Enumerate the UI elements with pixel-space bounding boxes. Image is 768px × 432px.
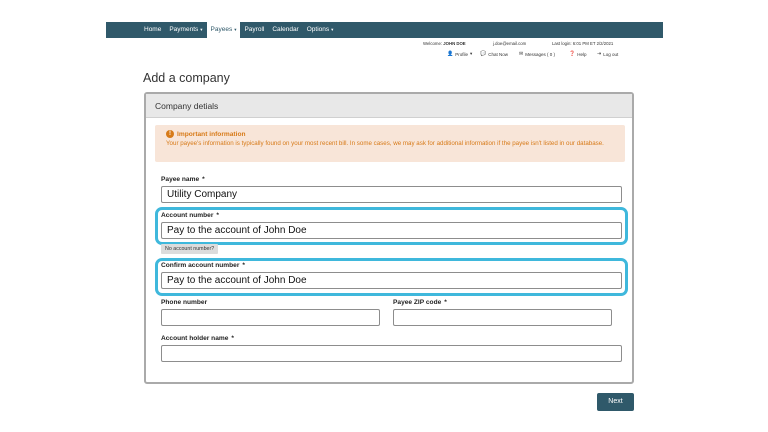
- user-info-bar: Welcome: JOHN DOE j.doe@email.com Last l…: [106, 41, 663, 49]
- confirm-account-input[interactable]: Pay to the account of John Doe: [161, 272, 622, 289]
- account-holder-input[interactable]: [161, 345, 622, 362]
- info-alert: ! Important information Your payee's info…: [155, 125, 625, 162]
- nav-calendar[interactable]: Calendar: [268, 22, 302, 38]
- account-holder-label: Account holder name *: [161, 335, 234, 342]
- phone-label: Phone number: [161, 299, 208, 306]
- logout-icon: ⇥: [597, 51, 602, 57]
- account-number-input[interactable]: Pay to the account of John Doe: [161, 222, 622, 239]
- next-button[interactable]: Next: [597, 393, 634, 411]
- caret-down-icon: ▾: [200, 27, 203, 32]
- last-login: Last login: 6:01 PM ET 2/2/2021: [552, 41, 614, 46]
- phone-input[interactable]: [161, 309, 380, 326]
- nav-home[interactable]: Home: [106, 22, 165, 38]
- caret-down-icon: ▾: [234, 27, 237, 32]
- chat-now-link[interactable]: 💬 Chat Now: [480, 51, 508, 57]
- alert-title: Important information: [177, 130, 246, 138]
- utility-bar: 👤 Profile ▾ 💬 Chat Now ✉ Messages ( 0 ) ❓ Hel…: [106, 51, 663, 59]
- caret-down-icon: ▾: [331, 27, 334, 32]
- company-details-panel: Company detials ! Important information Y…: [144, 92, 634, 384]
- zip-label: Payee ZIP code *: [393, 299, 447, 306]
- logout-link[interactable]: ⇥ Log out: [597, 51, 618, 57]
- page: Home Payments ▾ Payees ▾ Payroll Calendar …: [0, 0, 768, 432]
- zip-input[interactable]: [393, 309, 612, 326]
- no-account-number-link[interactable]: No account number?: [161, 244, 219, 254]
- nav-options[interactable]: Options ▾: [303, 22, 338, 38]
- help-link[interactable]: ❓ Help: [569, 51, 587, 57]
- messages-link[interactable]: ✉ Messages ( 0 ): [519, 51, 555, 57]
- confirm-account-label: Confirm account number *: [161, 262, 245, 269]
- nav-payments[interactable]: Payments ▾: [165, 22, 206, 38]
- warning-icon: !: [166, 130, 174, 138]
- payee-name-label: Payee name *: [161, 176, 205, 183]
- profile-menu[interactable]: 👤 Profile ▾: [447, 51, 472, 57]
- alert-body: Your payee's information is typically fo…: [166, 140, 604, 147]
- envelope-icon: ✉: [519, 51, 524, 57]
- user-email: j.doe@email.com: [493, 41, 527, 46]
- payee-name-input[interactable]: Utility Company: [161, 186, 622, 203]
- top-nav: Home Payments ▾ Payees ▾ Payroll Calendar …: [106, 22, 663, 38]
- nav-payees[interactable]: Payees ▾: [206, 22, 241, 38]
- user-name: JOHN DOE: [443, 41, 466, 46]
- caret-down-icon: ▾: [470, 51, 473, 56]
- account-number-label: Account number *: [161, 212, 219, 219]
- welcome-text: Welcome: JOHN DOE: [423, 41, 466, 46]
- chat-icon: 💬: [480, 51, 487, 57]
- help-icon: ❓: [569, 51, 576, 57]
- page-title: Add a company: [143, 71, 230, 85]
- panel-title: Company detials: [146, 94, 632, 118]
- nav-payroll[interactable]: Payroll: [240, 22, 268, 38]
- user-icon: 👤: [447, 51, 454, 57]
